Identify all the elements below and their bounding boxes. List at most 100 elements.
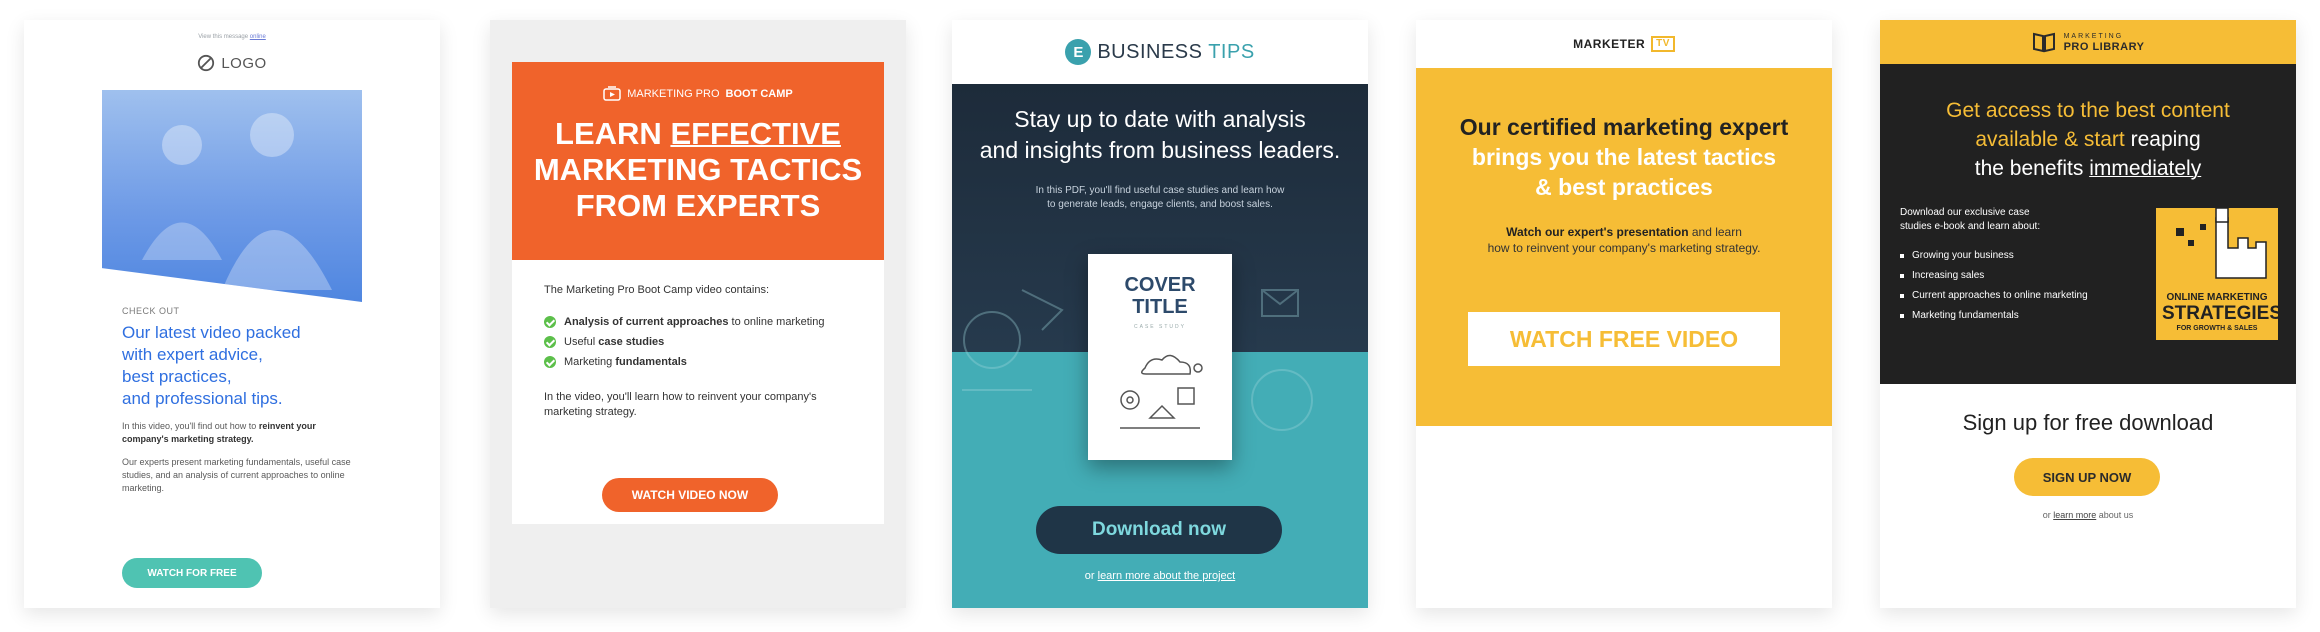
learn-more-link[interactable]: learn more xyxy=(2053,510,2096,520)
bullet-list: Growing your business Increasing sales C… xyxy=(1900,246,2132,326)
ebook-title-line: FOR GROWTH & SALES xyxy=(2176,325,2258,332)
headline: Get access to the best content available… xyxy=(1880,96,2296,183)
paragraph: Watch our expert's presentation and lear… xyxy=(1416,224,1832,256)
hero-image xyxy=(102,90,362,302)
paragraph-text: In this video, you'll find out how to xyxy=(122,421,257,431)
sign-up-heading: Sign up for free download xyxy=(1962,410,2214,435)
outro-text: In the video, you'll learn how to reinve… xyxy=(544,391,817,418)
paragraph-text: how to reinvent your company's marketing… xyxy=(1487,241,1761,255)
brand: MARKETING PRO LIBRARY xyxy=(2064,32,2145,53)
title-underlined: EFFECTIVE xyxy=(670,116,841,151)
header: E BUSINESS TIPS xyxy=(952,20,1368,84)
sign-up-now-button[interactable]: SIGN UP NOW xyxy=(2014,458,2160,496)
email-template-card-video-blue[interactable]: View this message online LOGO CHECK OUT … xyxy=(24,20,440,608)
watch-video-now-button[interactable]: WATCH VIDEO NOW xyxy=(602,478,778,512)
pdf-cover: COVER TITLE CASE STUDY xyxy=(1088,254,1232,460)
logo-text: LOGO xyxy=(221,54,267,72)
cover-title-line: COVER xyxy=(1124,274,1196,296)
intro-text: The Marketing Pro Boot Camp video contai… xyxy=(544,284,770,296)
subheadline-line: brings you the latest tactics xyxy=(1471,144,1777,170)
brand-name-accent: TIPS xyxy=(1208,40,1255,63)
title-line: MARKETING TACTICS xyxy=(533,152,863,187)
email-template-card-business-tips[interactable]: E BUSINESS TIPS Stay up to date with ana… xyxy=(952,20,1368,608)
watch-free-video-button[interactable]: WATCH FREE VIDEO xyxy=(1468,312,1780,366)
list-item: Useful case studies xyxy=(544,332,852,352)
list-intro: studies e-book and learn about: xyxy=(1900,221,2041,232)
email-body: MARKETING PRO BOOT CAMP LEARN EFFECTIVE … xyxy=(512,62,884,524)
ebook-title-line: STRATEGIES xyxy=(2162,303,2278,324)
headline-text: reaping xyxy=(2124,128,2201,151)
checkmark-icon xyxy=(544,316,556,328)
brand: BUSINESS TIPS xyxy=(1097,41,1254,64)
hero-banner: MARKETING PRO BOOT CAMP LEARN EFFECTIVE … xyxy=(512,62,884,260)
footer-text: about us xyxy=(2096,510,2134,520)
headline-line: Get access to the best content xyxy=(1946,99,2230,122)
headline: Our latest video packed with expert advi… xyxy=(122,322,358,410)
paragraph: In this video, you'll find out how to re… xyxy=(122,420,358,446)
email-template-card-pro-library[interactable]: MARKETING PRO LIBRARY Get access to the … xyxy=(1880,20,2296,608)
headline-line: Our latest video packed xyxy=(122,323,301,342)
pointing-hand-illustration xyxy=(2176,208,2267,279)
list-item: Current approaches to online marketing xyxy=(1900,286,2132,306)
footer: or learn more about the project xyxy=(952,570,1368,582)
brand: MARKETING PRO BOOT CAMP xyxy=(512,86,884,102)
headline: Our certified marketing expert xyxy=(1459,114,1789,140)
subtext-line: In this PDF, you'll find useful case stu… xyxy=(1035,185,1285,196)
list-block: Download our exclusive case studies e-bo… xyxy=(1900,206,2132,326)
email-template-card-boot-camp[interactable]: MARKETING PRO BOOT CAMP LEARN EFFECTIVE … xyxy=(490,20,906,608)
item-text: Useful xyxy=(564,336,599,348)
subtext-line: to generate leads, engage clients, and b… xyxy=(1047,199,1273,210)
cover-title: COVER TITLE xyxy=(1088,274,1232,318)
cloud-gears-illustration xyxy=(1120,354,1203,429)
item-bold: fundamentals xyxy=(615,356,687,368)
item-bold: Analysis of current approaches xyxy=(564,316,729,328)
content: The Marketing Pro Boot Camp video contai… xyxy=(512,260,884,420)
view-online-text: View this message xyxy=(198,34,249,40)
header: MARKETER TV xyxy=(1416,20,1832,68)
learn-more-link[interactable]: learn more about the project xyxy=(1098,570,1236,582)
e-badge-icon: E xyxy=(1065,39,1092,65)
headline-underlined: immediately xyxy=(2089,157,2202,180)
footer: or learn more about us xyxy=(1880,510,2296,520)
item-bold: case studies xyxy=(598,336,665,348)
headline-line: best practices, xyxy=(122,367,232,386)
footer-text: or xyxy=(1084,570,1098,582)
title-line: FROM EXPERTS xyxy=(575,188,821,223)
checkmark-icon xyxy=(544,336,556,348)
headline-line: and professional tips. xyxy=(122,389,283,408)
cover-title-line: TITLE xyxy=(1132,296,1188,318)
item-text: Marketing xyxy=(564,356,616,368)
email-template-card-marketer-tv[interactable]: MARKETER TV Our certified marketing expe… xyxy=(1416,20,1832,608)
logo: LOGO xyxy=(24,54,440,72)
header: MARKETING PRO LIBRARY xyxy=(1880,20,2296,64)
headline-accent: available & start xyxy=(1975,128,2125,151)
download-now-button[interactable]: Download now xyxy=(1036,506,1282,554)
eyebrow: CHECK OUT xyxy=(122,306,180,316)
ebook-title: ONLINE MARKETING STRATEGIES FOR GROWTH &… xyxy=(2162,292,2278,333)
headline-line: with expert advice, xyxy=(122,345,263,364)
headline: Stay up to date with analysis and insigh… xyxy=(952,104,1368,166)
ebook-cover: ONLINE MARKETING STRATEGIES FOR GROWTH &… xyxy=(2156,208,2278,340)
checklist: Analysis of current approaches to online… xyxy=(544,312,852,372)
paragraph: Our experts present marketing fundamenta… xyxy=(122,457,351,493)
cover-subtitle: CASE STUDY xyxy=(1134,324,1186,330)
checkmark-icon xyxy=(544,356,556,368)
headline-line: and insights from business leaders. xyxy=(979,137,1341,163)
yellow-panel: Our certified marketing expert brings yo… xyxy=(1416,68,1832,426)
brand-name: MARKETER xyxy=(1573,37,1646,51)
content: CHECK OUT Our latest video packed with e… xyxy=(122,306,358,495)
title-word: LEARN xyxy=(555,116,662,151)
brand-name: BUSINESS xyxy=(1097,40,1203,63)
list-item: Growing your business xyxy=(1900,246,2132,266)
list-item: Marketing fundamentals xyxy=(1900,306,2132,326)
tv-badge: TV xyxy=(1651,36,1675,52)
view-online-line: View this message online xyxy=(24,20,440,40)
view-online-link[interactable]: online xyxy=(250,34,266,40)
item-text: to online marketing xyxy=(728,316,825,328)
watch-for-free-button[interactable]: WATCH FOR FREE xyxy=(122,558,262,588)
video-camera-icon xyxy=(603,86,621,101)
headline-line: Stay up to date with analysis xyxy=(1014,106,1306,132)
paragraph-bold: Watch our expert's presentation xyxy=(1506,225,1689,239)
list-item: Marketing fundamentals xyxy=(544,352,852,372)
list-item: Increasing sales xyxy=(1900,266,2132,286)
